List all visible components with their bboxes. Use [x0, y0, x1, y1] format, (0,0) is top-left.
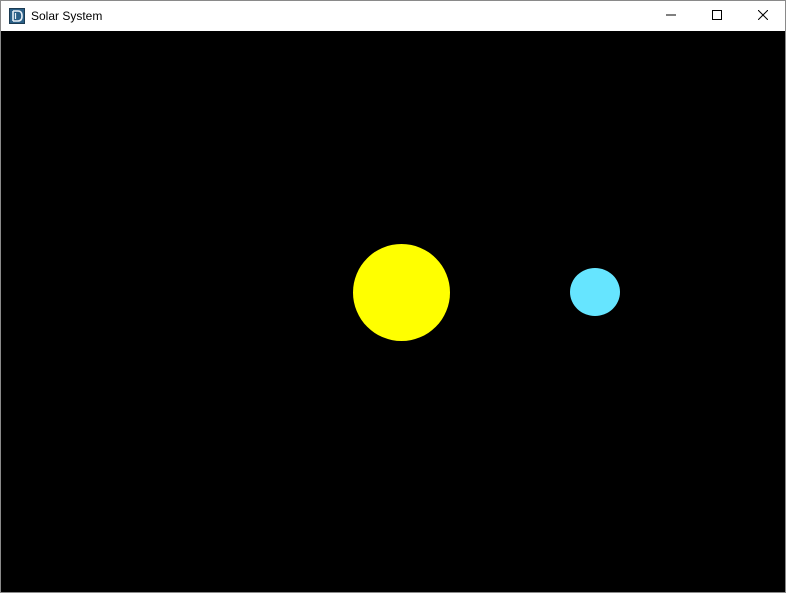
minimize-button[interactable]: [648, 1, 694, 31]
planet: [570, 268, 620, 316]
minimize-icon: [666, 7, 676, 25]
window-title: Solar System: [31, 9, 103, 23]
sun: [353, 244, 450, 341]
app-logo-icon: [9, 8, 25, 24]
app-window: Solar System: [0, 0, 786, 593]
scene-canvas[interactable]: [1, 31, 785, 592]
maximize-icon: [712, 7, 722, 25]
close-icon: [757, 7, 769, 25]
title-bar[interactable]: Solar System: [1, 1, 785, 31]
close-button[interactable]: [740, 1, 785, 31]
maximize-button[interactable]: [694, 1, 740, 31]
